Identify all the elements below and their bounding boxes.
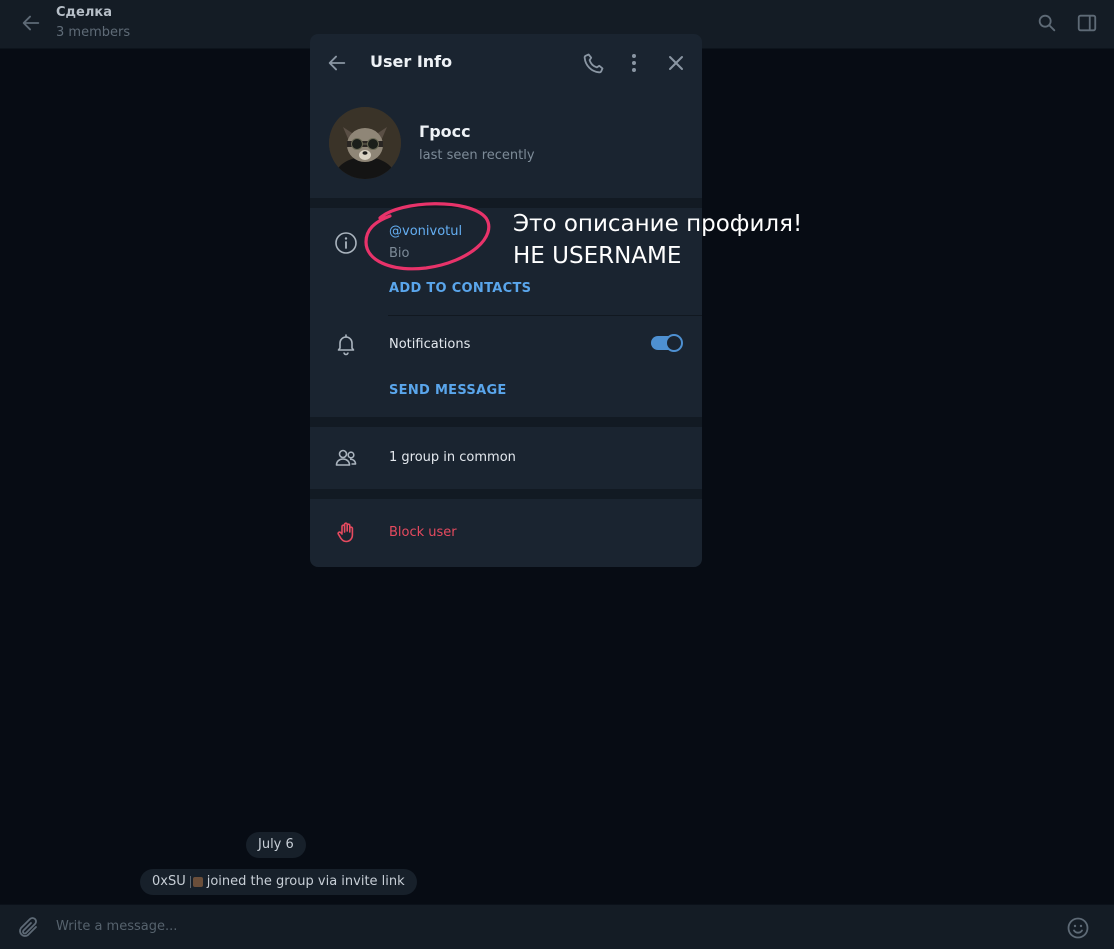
notifications-toggle[interactable] <box>651 334 683 352</box>
annotation-circle <box>364 202 491 271</box>
add-to-contacts-button[interactable]: ADD TO CONTACTS <box>389 281 531 296</box>
user-status: last seen recently <box>419 148 535 163</box>
service-message-user[interactable]: 0xSU <box>152 874 186 889</box>
avatar[interactable] <box>329 107 401 179</box>
sidebar-toggle-icon[interactable] <box>1076 12 1098 34</box>
raccoon-avatar-image <box>329 107 401 179</box>
send-message-button[interactable]: SEND MESSAGE <box>389 383 507 398</box>
annotation-line-1: Это описание профиля! <box>513 211 803 237</box>
close-icon[interactable] <box>664 51 688 75</box>
separator <box>189 875 191 888</box>
info-icon <box>335 232 357 254</box>
back-arrow-icon[interactable] <box>326 52 348 74</box>
group-icon <box>335 449 357 466</box>
date-divider: July 6 <box>246 832 306 858</box>
paperclip-icon[interactable] <box>16 916 40 940</box>
service-message-text: joined the group via invite link <box>206 874 405 889</box>
bell-icon <box>337 334 355 356</box>
user-name: Гросс <box>419 122 471 141</box>
more-vertical-icon[interactable] <box>624 51 644 75</box>
back-arrow-icon[interactable] <box>20 12 42 34</box>
hand-stop-icon <box>337 522 354 543</box>
toggle-knob <box>665 334 683 352</box>
section-divider <box>310 489 702 499</box>
phone-icon[interactable] <box>582 51 606 75</box>
section-divider <box>310 417 702 427</box>
groups-in-common-item[interactable]: 1 group in common <box>389 450 516 465</box>
row-divider <box>388 315 702 316</box>
service-message: 0xSU joined the group via invite link <box>140 869 417 895</box>
dialog-title: User Info <box>370 52 453 71</box>
message-composer: Write a message... <box>0 905 1114 949</box>
annotation-note: Это описание профиля! НЕ USERNAME <box>513 208 802 272</box>
user-info-dialog: User Info Гросс last seen recently @voni… <box>310 34 702 567</box>
message-input[interactable]: Write a message... <box>56 919 177 934</box>
block-user-button[interactable]: Block user <box>389 525 457 540</box>
emoji-icon[interactable] <box>1066 916 1090 940</box>
annotation-line-2: НЕ USERNAME <box>513 243 682 269</box>
chat-member-count: 3 members <box>56 25 131 40</box>
search-icon[interactable] <box>1036 12 1058 34</box>
notifications-label: Notifications <box>389 337 471 352</box>
chat-title[interactable]: Сделка <box>56 5 112 20</box>
user-badge-icon <box>192 876 203 887</box>
